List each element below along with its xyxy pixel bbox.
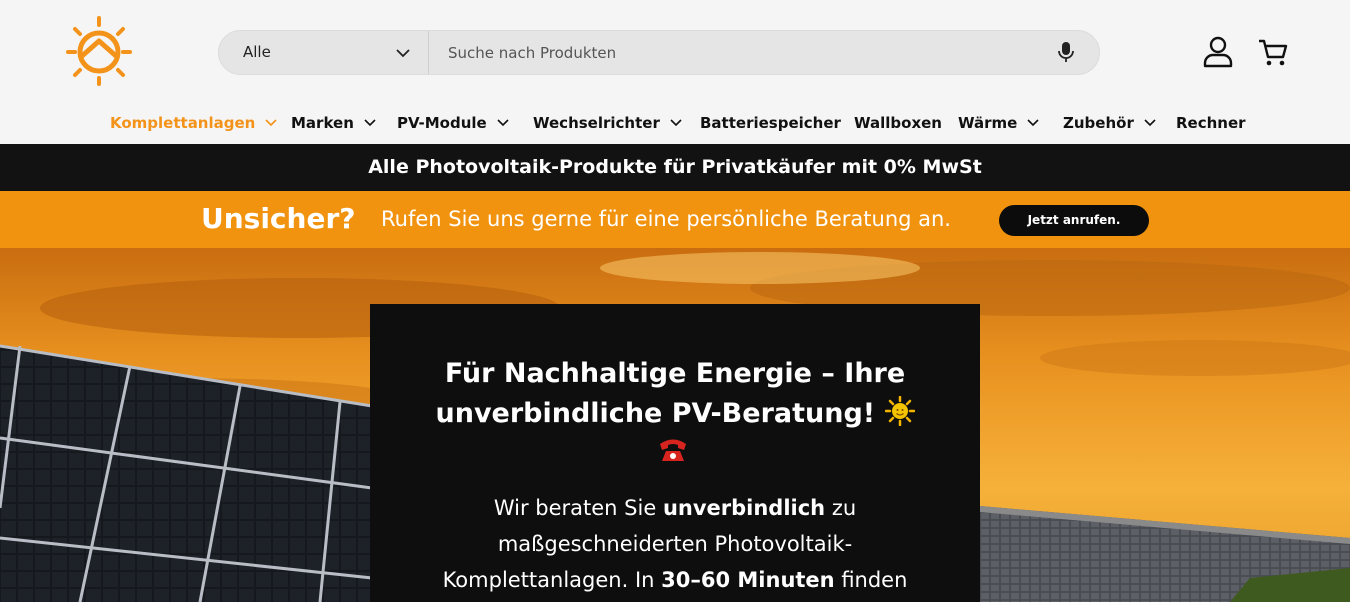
consultation-text: Wir beraten Sie unverbindlich zu maßgesc… <box>410 490 940 598</box>
nav-label: Batteriespeicher <box>700 114 841 132</box>
nav-item-waerme[interactable]: Wärme <box>958 114 1040 132</box>
site-header: Alle Komplettanlagen Marken PV-Mod <box>0 0 1350 144</box>
sun-emoji-icon <box>884 395 915 427</box>
main-nav: Komplettanlagen Marken PV-Module Wechsel… <box>0 102 1350 144</box>
chevron-down-icon <box>1027 119 1039 127</box>
telephone-icon <box>660 439 686 461</box>
title-line-1: Für Nachhaltige Energie – Ihre <box>444 358 906 389</box>
nav-item-marken[interactable]: Marken <box>291 114 377 132</box>
chevron-down-icon <box>265 119 277 127</box>
body-text: maßgeschneiderten Photovoltaik- <box>497 532 853 556</box>
nav-label: PV-Module <box>397 114 487 132</box>
account-icon[interactable] <box>1200 34 1236 70</box>
nav-item-batteriespeicher[interactable]: Batteriespeicher <box>700 114 841 132</box>
search-input[interactable] <box>431 32 1031 73</box>
nav-label: Zubehör <box>1063 114 1134 132</box>
nav-item-rechner[interactable]: Rechner <box>1176 114 1246 132</box>
promo-banner: Alle Photovoltaik-Produkte für Privatkäu… <box>0 144 1350 191</box>
chevron-down-icon <box>497 119 509 127</box>
nav-item-komplettanlagen[interactable]: Komplettanlagen <box>110 114 278 132</box>
nav-label: Wärme <box>958 114 1018 132</box>
body-emphasis: 30–60 Minuten <box>661 568 835 592</box>
title-line-2: unverbindliche PV-Beratung! <box>435 398 876 429</box>
cart-icon[interactable] <box>1256 36 1290 68</box>
logo-sun-house-icon[interactable] <box>64 14 134 86</box>
nav-label: Komplettanlagen <box>110 114 256 132</box>
nav-item-zubehoer[interactable]: Zubehör <box>1063 114 1157 132</box>
chevron-down-icon <box>364 119 376 127</box>
body-text: finden <box>834 568 908 592</box>
nav-item-wallboxen[interactable]: Wallboxen <box>854 114 942 132</box>
search-bar: Alle <box>218 30 1100 75</box>
body-text: Komplettanlagen. In <box>442 568 662 592</box>
nav-item-wechselrichter[interactable]: Wechselrichter <box>533 114 683 132</box>
consultation-title: Für Nachhaltige Energie – Ihre unverbind… <box>400 354 950 434</box>
nav-item-pv-module[interactable]: PV-Module <box>397 114 510 132</box>
microphone-icon[interactable] <box>1055 40 1077 64</box>
chevron-down-icon <box>1144 119 1156 127</box>
body-text: Wir beraten Sie <box>493 496 663 520</box>
call-banner: Unsicher? Rufen Sie uns gerne für eine p… <box>0 191 1350 248</box>
call-banner-text: Rufen Sie uns gerne für eine persönliche… <box>381 207 951 231</box>
nav-label: Wallboxen <box>854 114 942 132</box>
chevron-down-icon <box>396 49 410 58</box>
call-banner-heading: Unsicher? <box>201 202 356 235</box>
body-text: zu <box>825 496 857 520</box>
nav-label: Marken <box>291 114 354 132</box>
search-category-label: Alle <box>243 43 271 61</box>
call-now-button[interactable]: Jetzt anrufen. <box>999 205 1149 236</box>
nav-label: Rechner <box>1176 114 1246 132</box>
search-category-select[interactable]: Alle <box>219 31 429 74</box>
body-emphasis: unverbindlich <box>662 496 826 520</box>
consultation-card: Für Nachhaltige Energie – Ihre unverbind… <box>370 304 980 602</box>
chevron-down-icon <box>670 119 682 127</box>
nav-label: Wechselrichter <box>533 114 660 132</box>
